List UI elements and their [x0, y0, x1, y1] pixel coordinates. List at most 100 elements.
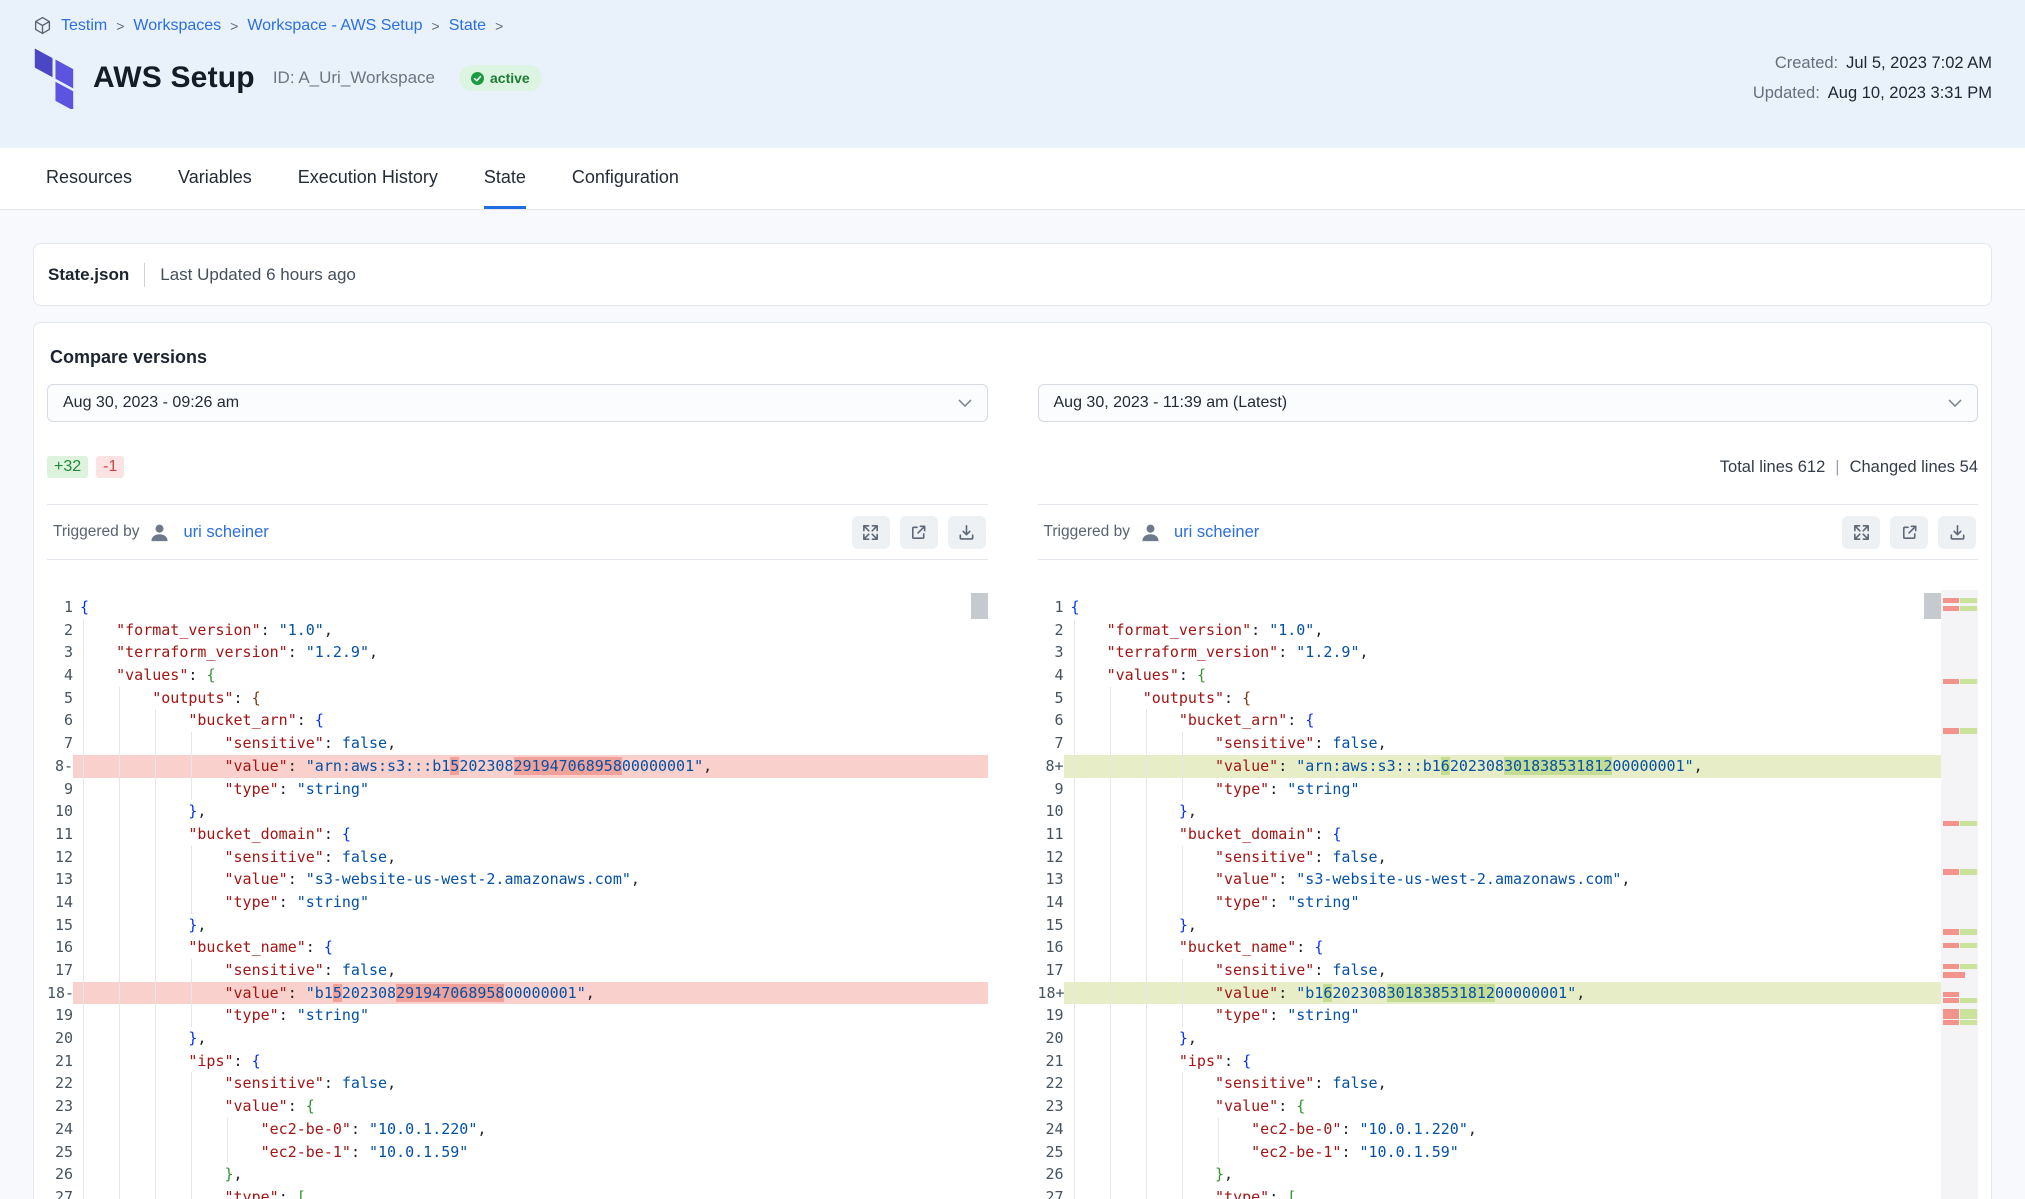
- triggered-by-user-link[interactable]: uri scheiner: [1174, 523, 1259, 542]
- indent-guide: [191, 1141, 192, 1164]
- download-button[interactable]: [1938, 516, 1976, 549]
- indent-guide: [83, 1050, 84, 1073]
- indent-guide: [1074, 778, 1075, 801]
- indent-guide: [1146, 1004, 1147, 1027]
- main-content: State.json Last Updated 6 hours ago Comp…: [0, 210, 2025, 1199]
- indent-guide: [83, 1141, 84, 1164]
- compare-versions-title: Compare versions: [50, 347, 1978, 368]
- indent-guide: [1146, 846, 1147, 869]
- code-line-8: 8+ "value": "arn:aws:s3:::b1620230830183…: [1038, 755, 1942, 778]
- indent-guide: [1074, 1027, 1075, 1050]
- indent-guide: [119, 1118, 120, 1141]
- indent-guide: [155, 1072, 156, 1095]
- indent-guide: [1146, 982, 1147, 1005]
- version-select-right[interactable]: Aug 30, 2023 - 11:39 am (Latest): [1038, 384, 1979, 422]
- indent-guide: [1182, 1118, 1183, 1141]
- download-icon: [1948, 523, 1967, 542]
- additions-badge: +32: [47, 456, 88, 478]
- diff-map-mark: [1943, 964, 1977, 969]
- indent-guide: [191, 1095, 192, 1118]
- breadcrumb-link-workspaces[interactable]: Workspaces: [133, 17, 221, 35]
- code-line-11: 11 "bucket_domain": {: [47, 823, 988, 846]
- indent-guide: [1110, 936, 1111, 959]
- line-counts: Total lines 612 | Changed lines 54: [1720, 458, 1978, 477]
- code-line-14: 14 "type": "string": [1038, 891, 1942, 914]
- indent-guide: [1146, 1095, 1147, 1118]
- diff-map-mark: [1943, 1014, 1977, 1019]
- tab-configuration[interactable]: Configuration: [572, 148, 679, 209]
- code-line-20: 20 },: [1038, 1027, 1942, 1050]
- indent-guide: [1182, 732, 1183, 755]
- indent-guide: [191, 868, 192, 891]
- breadcrumb: Testim>Workspaces>Workspace - AWS Setup>…: [33, 16, 1992, 35]
- version-select-left[interactable]: Aug 30, 2023 - 09:26 am: [47, 384, 988, 422]
- indent-guide: [1074, 619, 1075, 642]
- code-line-8: 8- "value": "arn:aws:s3:::b1520230829194…: [47, 755, 988, 778]
- diff-stats: +32 -1 Total lines 612 | Changed lines 5…: [47, 456, 1978, 478]
- indent-guide: [155, 823, 156, 846]
- breadcrumb-link-state[interactable]: State: [449, 17, 486, 35]
- indent-guide: [1074, 732, 1075, 755]
- open-in-new-button[interactable]: [900, 516, 938, 549]
- code-line-15: 15 },: [1038, 914, 1942, 937]
- chevron-right-icon: >: [432, 17, 440, 34]
- indent-guide: [119, 1027, 120, 1050]
- indent-guide: [155, 1050, 156, 1073]
- indent-guide: [119, 936, 120, 959]
- indent-guide: [191, 1072, 192, 1095]
- indent-guide: [1074, 800, 1075, 823]
- indent-guide: [1074, 891, 1075, 914]
- code-line-25: 25 "ec2-be-1": "10.0.1.59": [47, 1141, 988, 1164]
- indent-guide: [119, 800, 120, 823]
- indent-guide: [83, 891, 84, 914]
- download-button[interactable]: [948, 516, 986, 549]
- code-line-9: 9 "type": "string": [1038, 778, 1942, 801]
- check-icon: [471, 72, 484, 85]
- code-line-13: 13 "value": "s3-website-us-west-2.amazon…: [1038, 868, 1942, 891]
- triggered-by-user-link[interactable]: uri scheiner: [183, 523, 268, 542]
- triggered-by-label: Triggered by: [1044, 523, 1130, 541]
- indent-guide: [1110, 868, 1111, 891]
- indent-guide: [1146, 936, 1147, 959]
- divider: [144, 263, 145, 287]
- breadcrumb-link-testim[interactable]: Testim: [61, 17, 107, 35]
- code-line-14: 14 "type": "string": [47, 891, 988, 914]
- person-icon: [1140, 522, 1161, 543]
- indent-guide: [1110, 778, 1111, 801]
- tab-execution-history[interactable]: Execution History: [298, 148, 438, 209]
- chevron-down-icon: [958, 399, 972, 407]
- code-line-5: 5 "outputs": {: [47, 687, 988, 710]
- version-select-right-value: Aug 30, 2023 - 11:39 am (Latest): [1054, 394, 1288, 412]
- indent-guide: [83, 800, 84, 823]
- chevron-right-icon: >: [495, 17, 503, 34]
- triggered-by-row: Triggered by uri scheiner: [1038, 504, 1979, 560]
- code-line-3: 3 "terraform_version": "1.2.9",: [1038, 641, 1942, 664]
- tab-resources[interactable]: Resources: [46, 148, 132, 209]
- indent-guide: [1146, 959, 1147, 982]
- indent-guide: [155, 755, 156, 778]
- open-in-new-button[interactable]: [1890, 516, 1928, 549]
- diff-overview-ruler[interactable]: [1941, 590, 1978, 1199]
- indent-guide: [1074, 755, 1075, 778]
- tab-state[interactable]: State: [484, 148, 526, 209]
- indent-guide: [1146, 914, 1147, 937]
- indent-guide: [119, 755, 120, 778]
- indent-guide: [1074, 982, 1075, 1005]
- indent-guide: [155, 982, 156, 1005]
- code-line-9: 9 "type": "string": [47, 778, 988, 801]
- indent-guide: [119, 959, 120, 982]
- expand-button[interactable]: [1842, 516, 1880, 549]
- indent-guide: [119, 778, 120, 801]
- tab-variables[interactable]: Variables: [178, 148, 252, 209]
- indent-guide: [83, 732, 84, 755]
- breadcrumb-link-workspace-aws-setup[interactable]: Workspace - AWS Setup: [247, 17, 422, 35]
- last-updated: Last Updated 6 hours ago: [160, 265, 356, 285]
- indent-guide: [83, 936, 84, 959]
- indent-guide: [1182, 982, 1183, 1005]
- indent-guide: [1074, 1004, 1075, 1027]
- page: Testim>Workspaces>Workspace - AWS Setup>…: [0, 0, 2025, 1199]
- indent-guide: [83, 1163, 84, 1186]
- expand-button[interactable]: [852, 516, 890, 549]
- total-lines: Total lines 612: [1720, 458, 1826, 477]
- indent-guide: [155, 732, 156, 755]
